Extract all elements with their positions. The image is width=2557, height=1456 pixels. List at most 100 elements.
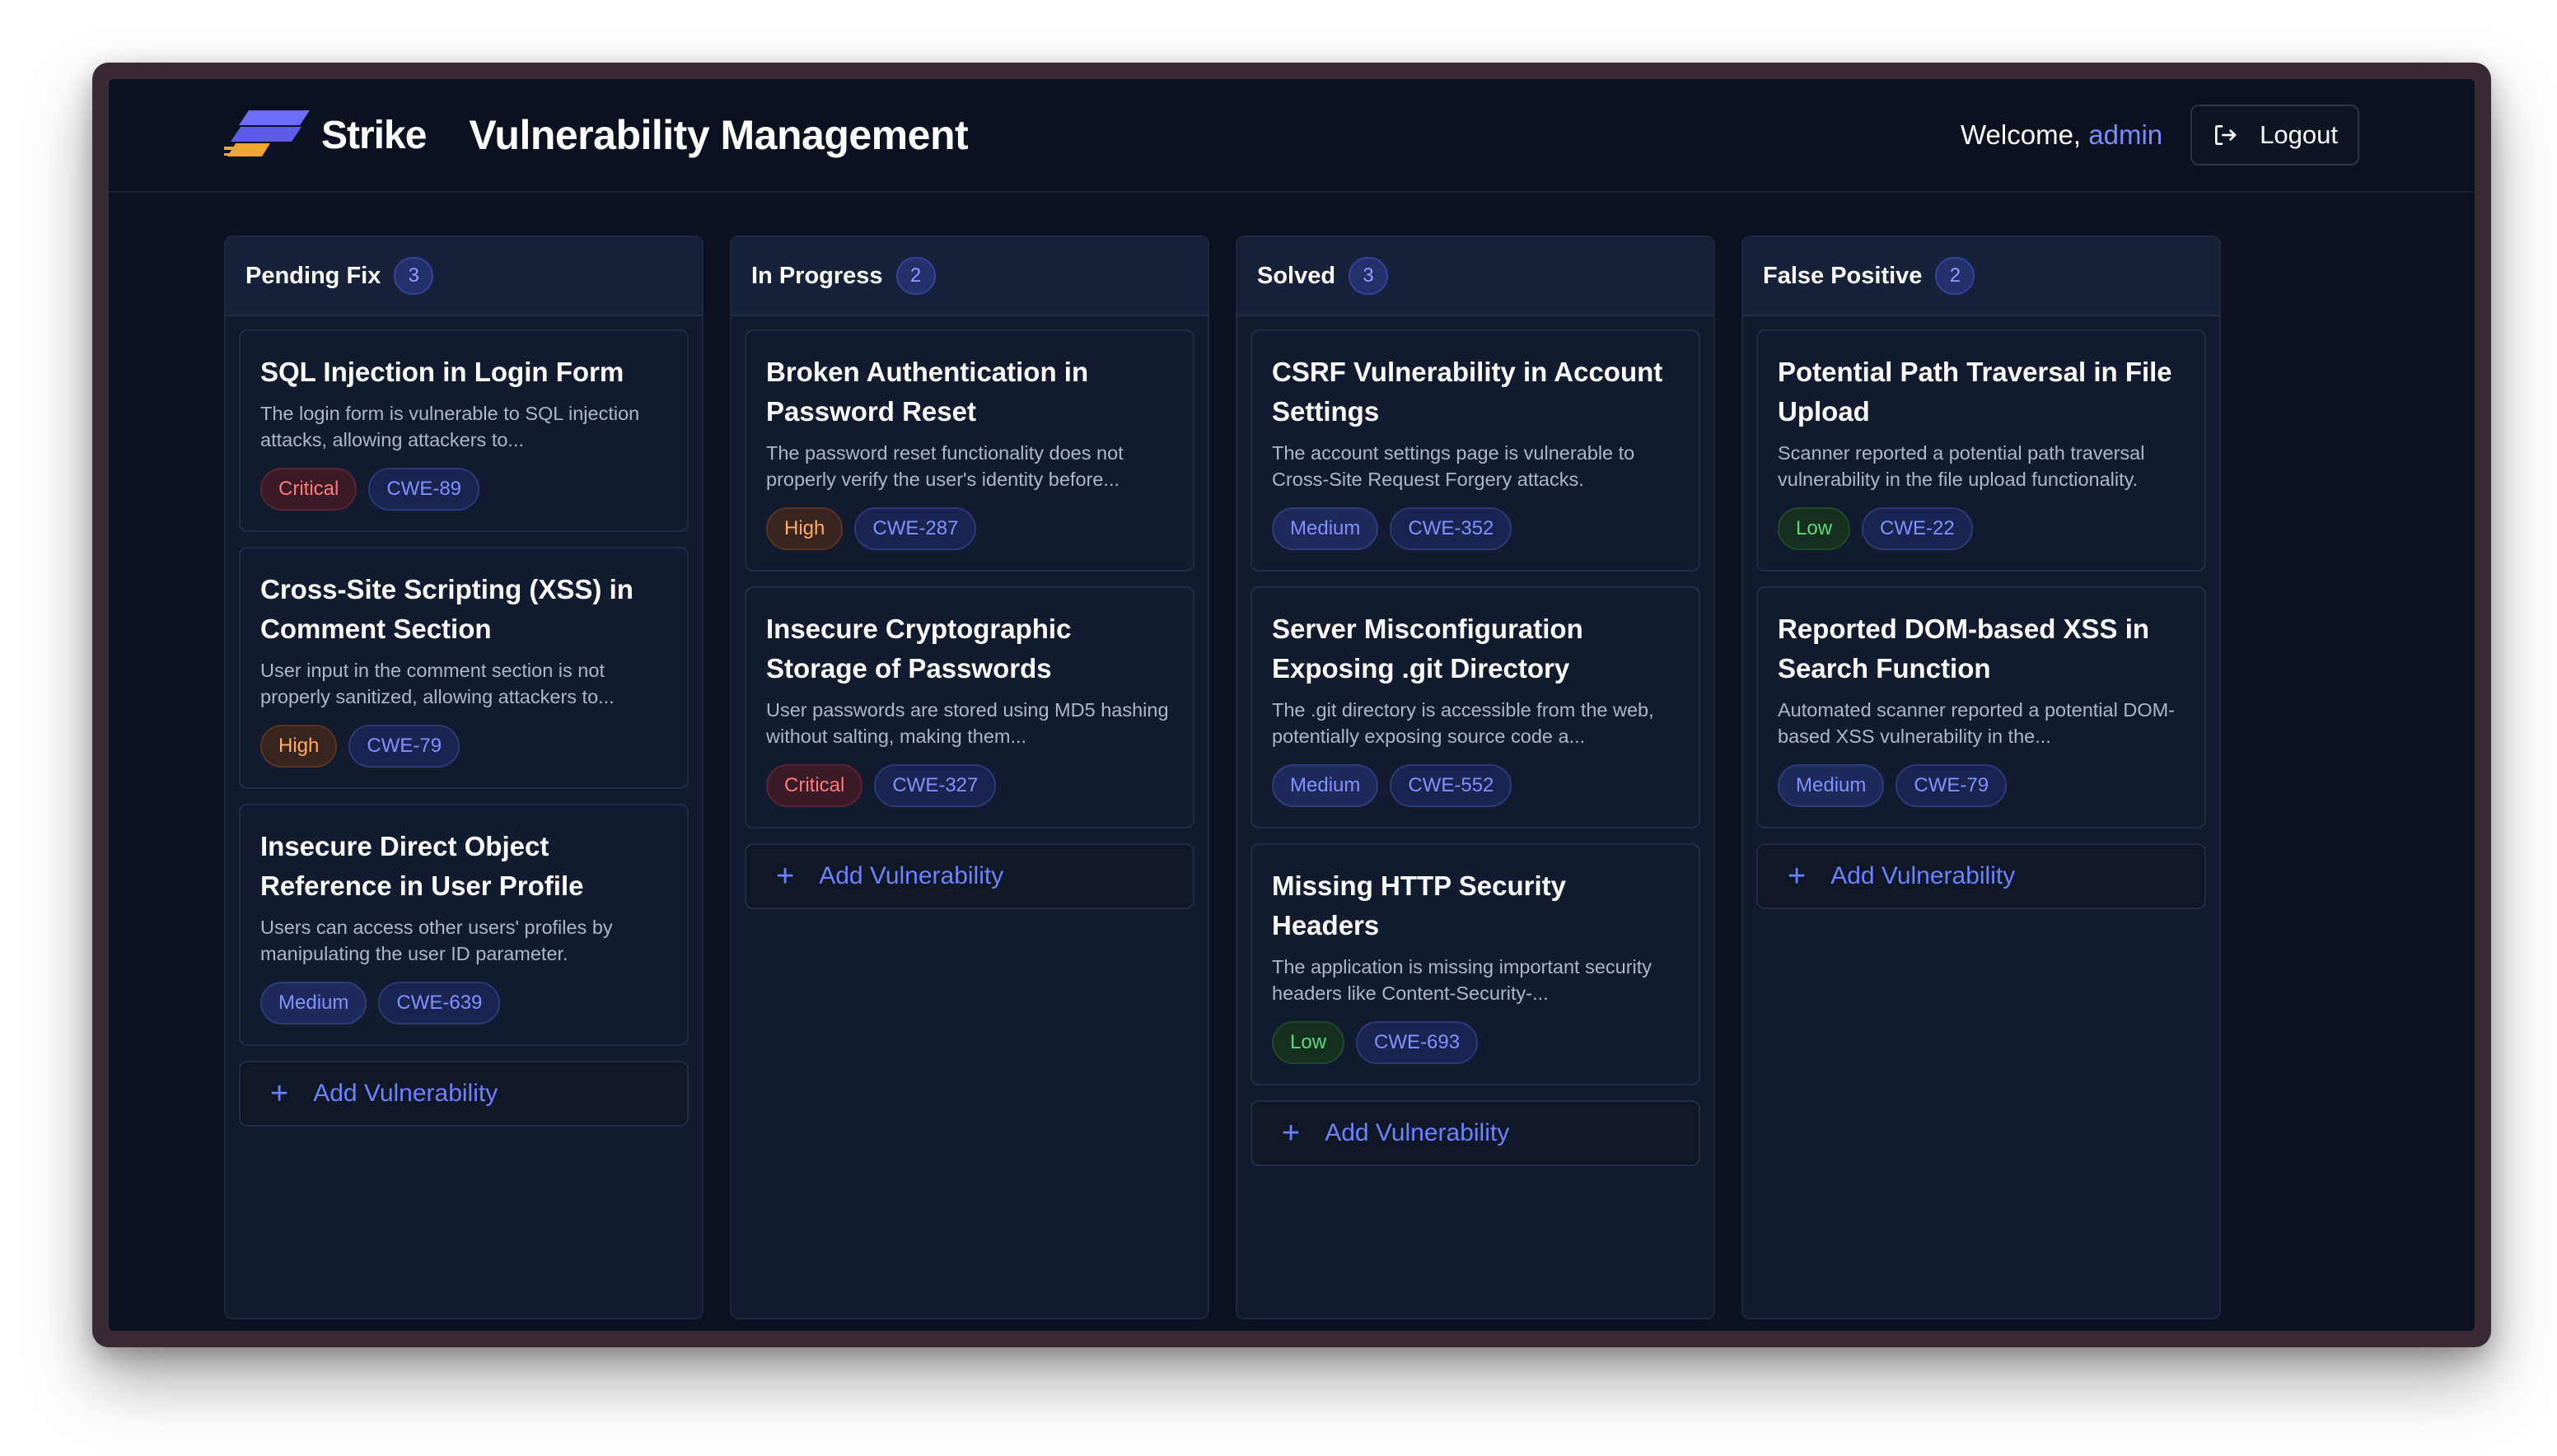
card-tags: Medium CWE-552 [1272,764,1679,807]
card-description: Users can access other users' profiles b… [260,917,613,964]
vulnerability-card[interactable]: Broken Authentication in Password Reset T… [745,329,1194,572]
column-header: False Positive 2 [1743,237,2219,316]
plus-icon: + [1282,1116,1301,1150]
card-title: Reported DOM-based XSS in Search Functio… [1778,614,2150,684]
card-title: Broken Authentication in Password Reset [766,357,1089,427]
plus-icon: + [270,1076,289,1111]
add-vulnerability-label: Add Vulnerability [313,1080,498,1107]
column-title: In Progress [751,262,883,289]
column-title: Solved [1257,262,1336,289]
add-vulnerability-button[interactable]: + Add Vulnerability [239,1061,689,1127]
column-false-positive: False Positive 2 Potential Path Traversal … [1741,236,2221,1319]
card-title: Missing HTTP Security Headers [1272,870,1566,940]
card-tags: Critical CWE-89 [260,468,667,511]
card-description: The account settings page is vulnerable … [1272,442,1635,490]
card-tags: Low CWE-22 [1778,507,2185,550]
card-title: Cross-Site Scripting (XSS) in Comment Se… [260,574,633,644]
vulnerability-card[interactable]: Potential Path Traversal in File Upload S… [1756,329,2206,572]
vulnerability-card[interactable]: Insecure Direct Object Reference in User… [239,804,689,1046]
kanban-board: Pending Fix 3 SQL Injection in Login Form T… [224,236,2221,1319]
card-title: SQL Injection in Login Form [260,357,624,387]
cwe-badge: CWE-287 [854,507,977,550]
brand-logo[interactable]: Strike [224,109,427,161]
severity-badge: Medium [260,982,367,1024]
column-count-badge: 3 [394,257,434,295]
vulnerability-card[interactable]: CSRF Vulnerability in Account Settings Th… [1250,329,1700,572]
card-tags: Medium CWE-79 [1778,764,2185,807]
strike-logo-icon [224,110,310,156]
logout-label: Logout [2260,120,2338,149]
username: admin [2088,119,2163,150]
severity-badge: Medium [1778,764,1885,807]
card-title: Server Misconfiguration Exposing .git Di… [1272,614,1583,684]
logout-button[interactable]: Logout [2190,105,2359,166]
card-description: The application is missing important sec… [1272,956,1652,1004]
card-description: User passwords are stored using MD5 hash… [766,699,1169,747]
brand-name: Strike [321,113,427,157]
column-solved: Solved 3 CSRF Vulnerability in Account Set… [1236,236,1715,1319]
card-title: Insecure Direct Object Reference in User… [260,831,584,901]
cwe-badge: CWE-639 [378,982,501,1024]
top-header: Strike Vulnerability Management Welcome,… [109,79,2475,193]
column-title: Pending Fix [245,262,381,289]
card-tags: Low CWE-693 [1272,1021,1679,1064]
severity-badge: Low [1778,507,1851,550]
page-title: Vulnerability Management [469,112,969,158]
vulnerability-card[interactable]: Cross-Site Scripting (XSS) in Comment Se… [239,547,689,789]
severity-badge: Low [1272,1021,1345,1064]
card-description: Scanner reported a potential path traver… [1778,442,2145,490]
column-header: In Progress 2 [732,237,1208,316]
column-header: Solved 3 [1237,237,1713,316]
severity-badge: Medium [1272,507,1379,550]
vulnerability-card[interactable]: Insecure Cryptographic Storage of Passwo… [745,586,1194,828]
cwe-badge: CWE-693 [1356,1021,1479,1064]
card-description: The login form is vulnerable to SQL inje… [260,403,640,450]
logout-icon [2215,125,2237,145]
cwe-badge: CWE-552 [1390,764,1512,807]
card-description: User input in the comment section is not… [260,660,615,707]
column-pending-fix: Pending Fix 3 SQL Injection in Login Form T… [224,236,704,1319]
app-root: Strike Vulnerability Management Welcome,… [109,79,2475,1331]
severity-badge: Critical [766,764,863,807]
vulnerability-card[interactable]: Missing HTTP Security Headers The applica… [1250,843,1700,1085]
add-vulnerability-button[interactable]: + Add Vulnerability [1250,1100,1700,1166]
card-title: CSRF Vulnerability in Account Settings [1272,357,1663,427]
column-header: Pending Fix 3 [226,237,702,316]
add-vulnerability-label: Add Vulnerability [1325,1119,1510,1146]
card-description: The password reset functionality does no… [766,442,1124,490]
cwe-badge: CWE-22 [1862,507,1973,550]
vulnerability-card[interactable]: SQL Injection in Login Form The login for… [239,329,689,532]
app-window: Strike Vulnerability Management Welcome,… [92,63,2491,1347]
card-title: Potential Path Traversal in File Upload [1778,357,2172,427]
add-vulnerability-button[interactable]: + Add Vulnerability [1756,843,2206,909]
cwe-badge: CWE-79 [1896,764,2008,807]
card-tags: Medium CWE-352 [1272,507,1679,550]
card-tags: Medium CWE-639 [260,982,667,1024]
add-vulnerability-label: Add Vulnerability [1830,862,2016,889]
plus-icon: + [776,859,795,894]
cwe-badge: CWE-352 [1390,507,1512,550]
severity-badge: Critical [260,468,358,511]
add-vulnerability-button[interactable]: + Add Vulnerability [745,843,1194,909]
plus-icon: + [1788,859,1807,894]
vulnerability-card[interactable]: Reported DOM-based XSS in Search Functio… [1756,586,2206,828]
severity-badge: High [260,725,338,768]
cwe-badge: CWE-327 [874,764,997,807]
column-count-badge: 3 [1349,257,1389,295]
welcome-prefix: Welcome, [1961,119,2082,150]
card-tags: Critical CWE-327 [766,764,1173,807]
column-title: False Positive [1763,262,1923,289]
column-count-badge: 2 [895,257,936,295]
vulnerability-card[interactable]: Server Misconfiguration Exposing .git Di… [1250,586,1700,828]
card-tags: High CWE-79 [260,725,667,768]
card-description: The .git directory is accessible from th… [1272,699,1654,747]
severity-badge: High [766,507,844,550]
welcome-message: Welcome, admin [1961,119,2162,151]
severity-badge: Medium [1272,764,1379,807]
cwe-badge: CWE-89 [368,468,480,511]
add-vulnerability-label: Add Vulnerability [819,862,1004,889]
column-count-badge: 2 [1935,257,1975,295]
card-description: Automated scanner reported a potential D… [1778,699,2176,747]
card-title: Insecure Cryptographic Storage of Passwo… [766,614,1072,684]
column-in-progress: In Progress 2 Broken Authentication in Pas… [730,236,1209,1319]
